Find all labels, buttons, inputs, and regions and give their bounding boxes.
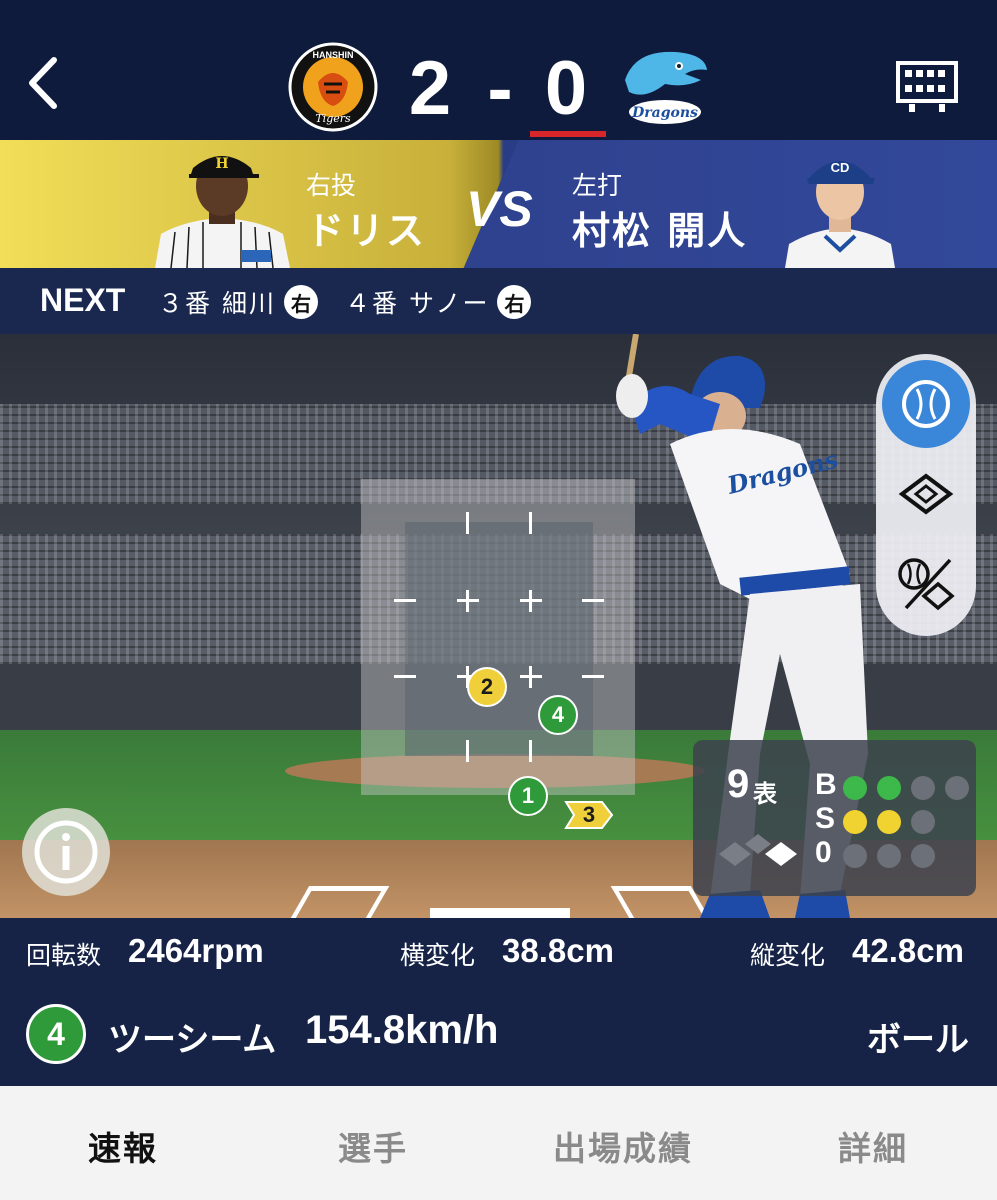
next-batters-bar: NEXT ３番 細川 右 ４番 サノー 右	[0, 268, 997, 334]
score-separator: -	[487, 46, 513, 131]
ball-dot	[945, 776, 969, 800]
home-plate	[430, 908, 570, 918]
field-view-button[interactable]	[882, 450, 970, 538]
ball-and-diamond-icon	[898, 558, 955, 611]
view-mode-switcher	[876, 354, 976, 636]
tab-players[interactable]: 選手	[338, 1122, 408, 1170]
zone-tick	[394, 599, 416, 602]
next-batter-2[interactable]: ４番 サノー 右	[345, 284, 532, 320]
batter-hand-label: 左打	[572, 171, 623, 200]
strike-dot	[877, 810, 901, 834]
batter-photo: CD	[785, 140, 895, 268]
svg-text:Tigers: Tigers	[315, 112, 351, 125]
balls-label: B	[815, 768, 837, 801]
zone-tick	[529, 740, 532, 762]
baseball-icon	[902, 380, 950, 428]
info-icon	[34, 820, 98, 884]
pitch-result: ボール	[867, 1020, 969, 1060]
outs-label: 0	[815, 836, 832, 869]
tab-live[interactable]: 速報	[88, 1122, 158, 1170]
horizontal-break-value: 38.8cm	[502, 932, 614, 969]
pitch-speed: 154.8km/h	[305, 1008, 499, 1052]
pitcher-name[interactable]: ドリス	[306, 200, 426, 255]
away-team-logo: Dragons	[615, 40, 715, 130]
next-batter-2-hand-badge: 右	[497, 285, 532, 319]
next-batter-2-name: ４番 サノー	[345, 289, 490, 318]
away-score: 0	[544, 46, 588, 131]
pitch-stats-row: 回転数 2464rpm 横変化 38.8cm 縦変化 42.8cm	[0, 918, 997, 984]
next-batter-1-name: ３番 細川	[158, 289, 276, 318]
combined-view-button[interactable]	[882, 540, 970, 628]
inning-number: 9	[727, 762, 750, 806]
pitcher-photo: H	[155, 142, 290, 268]
current-batting-indicator	[530, 131, 606, 137]
ball-dot	[877, 776, 901, 800]
svg-text:Dragons: Dragons	[631, 105, 698, 121]
tab-details[interactable]: 詳細	[838, 1122, 908, 1170]
strikes-label: S	[815, 802, 836, 835]
scoreboard-button[interactable]	[895, 60, 959, 114]
batter-name[interactable]: 村松 開人	[572, 200, 747, 255]
zone-tick	[394, 675, 416, 678]
bottom-tab-bar: 速報 選手 出場成績 詳細	[0, 1086, 997, 1200]
out-dot	[877, 844, 901, 868]
ball-dot	[843, 776, 867, 800]
tab-game-stats[interactable]: 出場成績	[553, 1122, 693, 1170]
back-button[interactable]	[18, 48, 68, 118]
spin-rate-label: 回転数	[26, 941, 102, 970]
horizontal-break-label: 横変化	[400, 941, 476, 970]
pitch-type: ツーシーム	[108, 1020, 277, 1060]
pitch-view-field: Dragons 2 4 1 3 9 表 B S 0	[0, 334, 997, 918]
bases-icon	[719, 834, 797, 866]
next-batter-1[interactable]: ３番 細川 右	[158, 284, 318, 320]
score-header: Tigers HANSHIN 2 - 0 Dragons	[0, 0, 997, 140]
count-panel: 9 表 B S 0	[693, 740, 976, 896]
vertical-break-label: 縦変化	[750, 941, 826, 970]
matchup-banner: H 右投 ドリス VS 左打 村松 開人 CD	[0, 140, 997, 268]
home-score: 2	[408, 46, 452, 131]
out-dot	[911, 844, 935, 868]
svg-text:H: H	[215, 156, 228, 172]
zone-cross	[529, 666, 532, 688]
pitch-marker-2[interactable]: 2	[467, 667, 507, 707]
pitch-marker-3: 3	[582, 802, 596, 827]
pitch-marker-1[interactable]: 1	[508, 776, 548, 816]
info-button[interactable]	[22, 808, 110, 896]
strike-dot	[843, 810, 867, 834]
vs-label: VS	[466, 181, 533, 237]
zone-cross	[529, 590, 532, 612]
zone-tick	[529, 512, 532, 534]
pitch-number-badge: 4	[26, 1004, 86, 1064]
pitch-marker-4[interactable]: 4	[538, 695, 578, 735]
pitch-view-button[interactable]	[882, 360, 970, 448]
baseball-diamond-icon	[898, 473, 954, 515]
spin-rate-value: 2464rpm	[128, 932, 264, 969]
out-dot	[843, 844, 867, 868]
scoreboard-icon	[896, 61, 958, 112]
next-label: NEXT	[40, 282, 126, 318]
home-team-logo: Tigers HANSHIN	[288, 42, 378, 132]
pitch-marker-3-arrow[interactable]: 3	[564, 798, 614, 832]
zone-tick	[466, 512, 469, 534]
ball-dot	[911, 776, 935, 800]
vertical-break-value: 42.8cm	[852, 932, 964, 969]
zone-cross	[466, 590, 469, 612]
svg-text:CD: CD	[831, 160, 850, 175]
chevron-left-icon	[29, 57, 57, 109]
pitch-result-row: 4 ツーシーム 154.8km/h ボール	[0, 984, 997, 1086]
inning-half: 表	[753, 780, 777, 808]
strike-dot	[911, 810, 935, 834]
zone-tick	[466, 740, 469, 762]
pitcher-hand-label: 右投	[306, 171, 357, 200]
svg-text:HANSHIN: HANSHIN	[312, 50, 353, 60]
next-batter-1-hand-badge: 右	[283, 285, 318, 319]
